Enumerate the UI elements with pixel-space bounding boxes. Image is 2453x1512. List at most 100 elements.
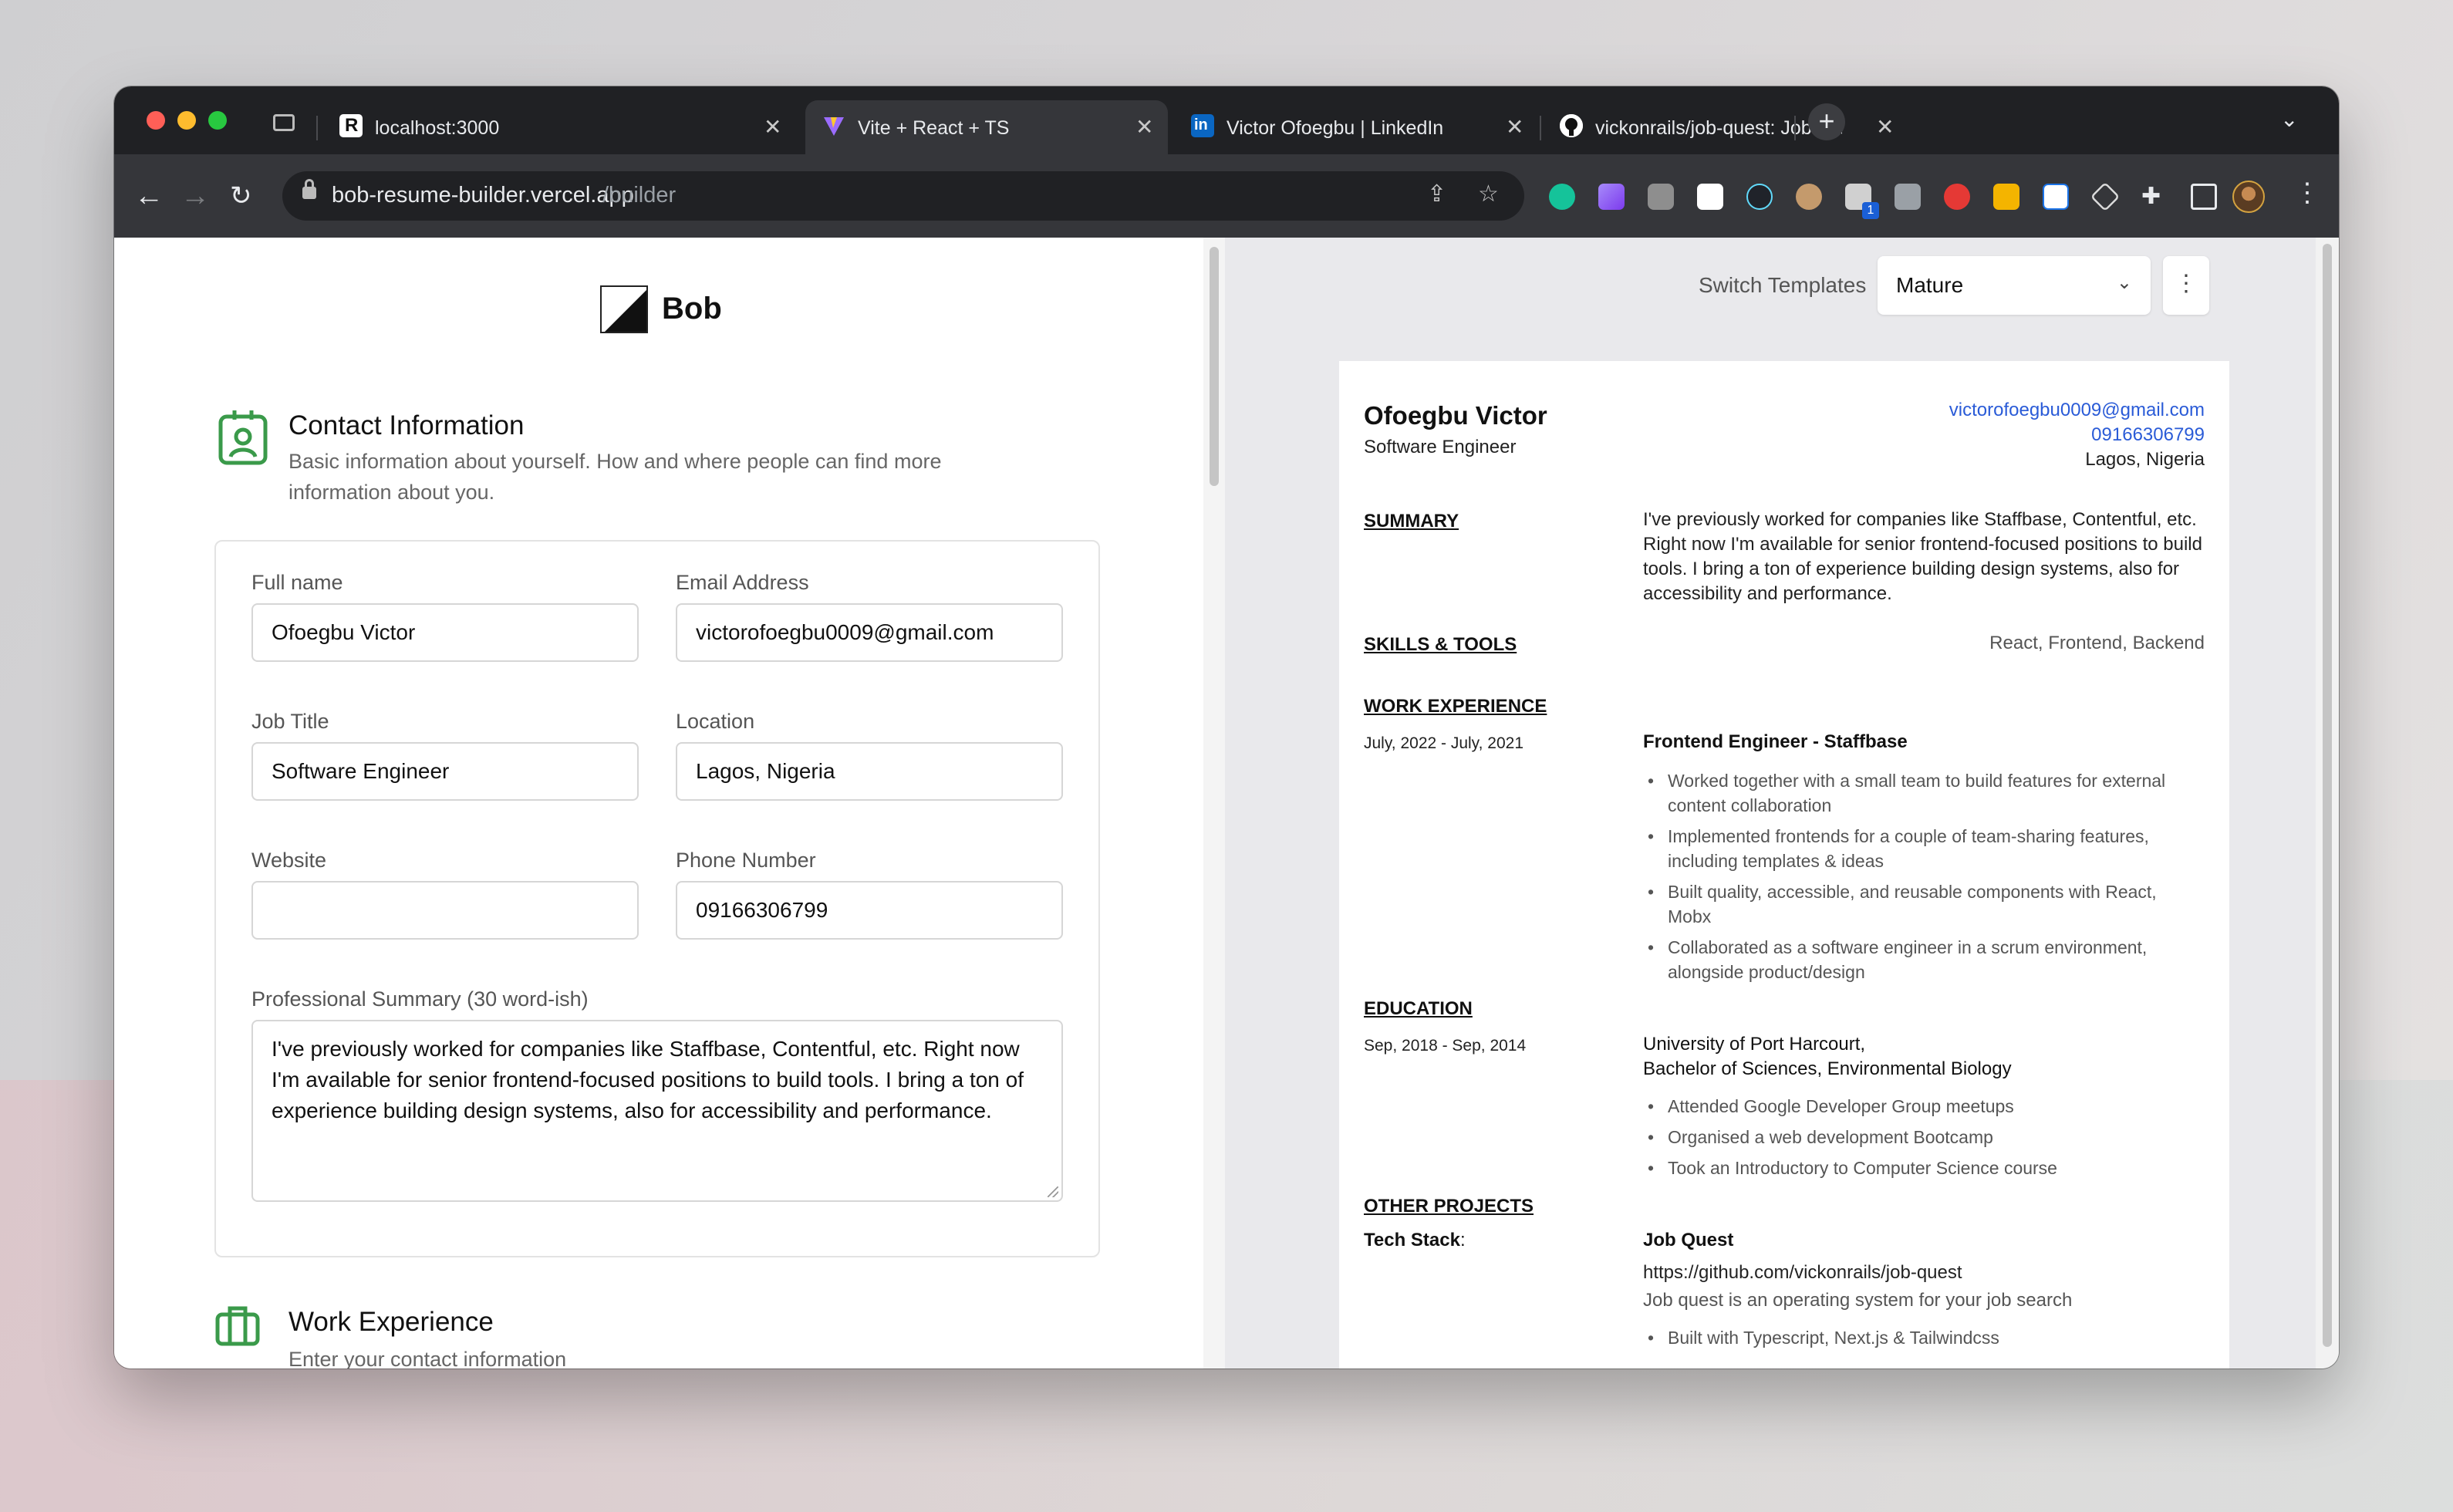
side-panel-icon[interactable] [2191, 184, 2217, 210]
skills-heading: SKILLS & TOOLS [1364, 634, 1517, 655]
preview-scrollbar-thumb[interactable] [2323, 244, 2332, 1347]
resume-preview-pane: Switch Templates Mature ⌄ ⋮ Ofoegbu Vict… [1225, 238, 2316, 1369]
tab-strip: R localhost:3000 ✕ Vite + React + TS ✕ i… [114, 86, 2339, 154]
website-input[interactable] [251, 881, 639, 940]
resume-email-link[interactable]: victorofoegbu0009@gmail.com [1949, 400, 2205, 421]
close-tab-icon[interactable]: ✕ [1506, 114, 1523, 140]
diamond-extension-icon[interactable] [2090, 181, 2121, 212]
education-bullet: Attended Google Developer Group meetups [1643, 1094, 2205, 1119]
work-dates: July, 2022 - July, 2021 [1364, 734, 1524, 752]
resume-paper: Ofoegbu Victor Software Engineer victoro… [1339, 361, 2229, 1369]
puzzle-extensions-icon[interactable]: ✚ [2141, 184, 2168, 210]
summary-text: I've previously worked for companies lik… [272, 1037, 1024, 1122]
github-icon [1560, 114, 1583, 137]
job-title-input[interactable]: Software Engineer [251, 742, 639, 801]
quill-extension-icon[interactable] [1598, 184, 1625, 210]
education-degree: Bachelor of Sciences, Environmental Biol… [1643, 1058, 2012, 1079]
phone-input[interactable]: 09166306799 [676, 881, 1063, 940]
tab-separator [1794, 116, 1796, 140]
close-tab-icon[interactable]: ✕ [764, 114, 781, 140]
full-name-label: Full name [251, 571, 343, 594]
reload-icon[interactable]: ↻ [230, 174, 252, 218]
education-dates: Sep, 2018 - Sep, 2014 [1364, 1037, 1527, 1055]
education-bullet: Organised a web development Bootcamp [1643, 1125, 2205, 1149]
education-heading: EDUCATION [1364, 998, 1473, 1019]
hand-extension-icon[interactable] [1944, 184, 1970, 210]
vertical-dots-icon: ⋮ [2175, 271, 2198, 296]
x-extension-icon[interactable] [2043, 184, 2069, 210]
resume-job-title: Software Engineer [1364, 437, 1517, 457]
tab-github[interactable]: vickonrails/job-quest: Job que ✕ [1543, 100, 1905, 154]
page-content: Bob Contact Information Basic informatio… [114, 238, 2339, 1369]
briefcase-icon [214, 1304, 261, 1351]
react-devtools-icon[interactable] [1746, 184, 1773, 210]
work-heading: WORK EXPERIENCE [1364, 696, 1547, 717]
tab-localhost[interactable]: R localhost:3000 ✕ [322, 100, 804, 154]
tab-title: Vite + React + TS [858, 117, 1010, 139]
person-extension-icon[interactable] [1993, 184, 2019, 210]
forward-arrow-icon[interactable]: → [181, 174, 210, 218]
more-options-button[interactable]: ⋮ [2163, 256, 2209, 315]
contact-section-description: Basic information about yourself. How an… [288, 450, 942, 504]
extension-badge: 1 [1862, 202, 1879, 219]
template-select-value: Mature [1896, 273, 1964, 297]
form-scrollbar-thumb[interactable] [1210, 247, 1219, 486]
bookmark-star-icon[interactable]: ☆ [1478, 181, 1499, 208]
close-tab-icon[interactable]: ✕ [1876, 114, 1894, 140]
resume-location: Lagos, Nigeria [2085, 449, 2205, 470]
grammarly-extension-icon[interactable] [1549, 184, 1575, 210]
work-section-description: Enter your contact information [288, 1348, 567, 1369]
bob-logo-mark-icon [600, 285, 648, 333]
location-input[interactable]: Lagos, Nigeria [676, 742, 1063, 801]
back-arrow-icon[interactable]: ← [134, 174, 164, 218]
email-label: Email Address [676, 571, 809, 594]
profile-avatar[interactable] [2232, 181, 2265, 213]
form-scrollbar[interactable] [1203, 238, 1226, 1369]
tab-vite-react[interactable]: Vite + React + TS ✕ [805, 100, 1168, 154]
url-host: bob-resume-builder.vercel.app [332, 183, 634, 208]
preview-scrollbar[interactable] [2316, 238, 2339, 1369]
tab-separator [1540, 116, 1541, 140]
tech-stack-colon: : [1459, 1230, 1466, 1250]
project-description: Job quest is an operating system for you… [1643, 1290, 2073, 1311]
contact-badge-icon [218, 409, 268, 470]
r-logo-icon: R [339, 114, 363, 137]
tab-linkedin[interactable]: in Victor Ofoegbu | LinkedIn ✕ [1174, 100, 1537, 154]
close-window-button[interactable] [147, 111, 165, 130]
share-icon[interactable]: ⇪ [1427, 181, 1446, 208]
shield-extension-icon[interactable] [1895, 184, 1921, 210]
browser-toolbar: ← → ↻ bob-resume-builder.vercel.app /bui… [114, 154, 2339, 238]
resize-handle-icon[interactable] [1048, 1186, 1058, 1197]
phone-label: Phone Number [676, 849, 816, 872]
resume-summary: I've previously worked for companies lik… [1643, 509, 2202, 604]
full-name-input[interactable]: Ofoegbu Victor [251, 603, 639, 662]
email-input[interactable]: victorofoegbu0009@gmail.com [676, 603, 1063, 662]
close-tab-icon[interactable]: ✕ [1135, 114, 1153, 140]
maximize-window-button[interactable] [208, 111, 227, 130]
work-bullet: Built quality, accessible, and reusable … [1643, 879, 2205, 929]
template-select[interactable]: Mature ⌄ [1878, 256, 2151, 315]
lock-icon[interactable] [302, 179, 316, 199]
project-bullet: Built with Typescript, Next.js & Tailwin… [1643, 1325, 2205, 1350]
tab-group-icon[interactable] [273, 114, 295, 131]
tab-title: vickonrails/job-quest: Job que [1595, 117, 1842, 139]
tab-search-chevron-icon[interactable]: ⌄ [2280, 106, 2298, 132]
new-tab-button[interactable]: + [1808, 103, 1845, 140]
chrome-menu-icon[interactable]: ⋮ [2294, 177, 2320, 208]
projects-heading: OTHER PROJECTS [1364, 1196, 1534, 1217]
minimize-window-button[interactable] [177, 111, 196, 130]
work-bullet: Worked together with a small team to bui… [1643, 768, 2205, 818]
summary-textarea[interactable]: I've previously worked for companies lik… [251, 1020, 1063, 1202]
chevron-down-icon: ⌄ [2116, 272, 2132, 293]
resume-name: Ofoegbu Victor [1364, 401, 1547, 430]
contact-section-title: Contact Information [288, 410, 525, 440]
project-link[interactable]: https://github.com/vickonrails/job-quest [1643, 1261, 2205, 1285]
work-section-title: Work Experience [288, 1307, 494, 1337]
fs-extension-icon[interactable] [1697, 184, 1723, 210]
tech-stack-label-text: Tech Stack [1364, 1230, 1460, 1250]
resume-phone-link[interactable]: 09166306799 [2091, 424, 2205, 446]
tab-title: Victor Ofoegbu | LinkedIn [1226, 117, 1444, 139]
address-bar[interactable]: bob-resume-builder.vercel.app /builder ⇪… [282, 171, 1524, 221]
camera-extension-icon[interactable] [1648, 184, 1674, 210]
owl-extension-icon[interactable] [1796, 184, 1822, 210]
